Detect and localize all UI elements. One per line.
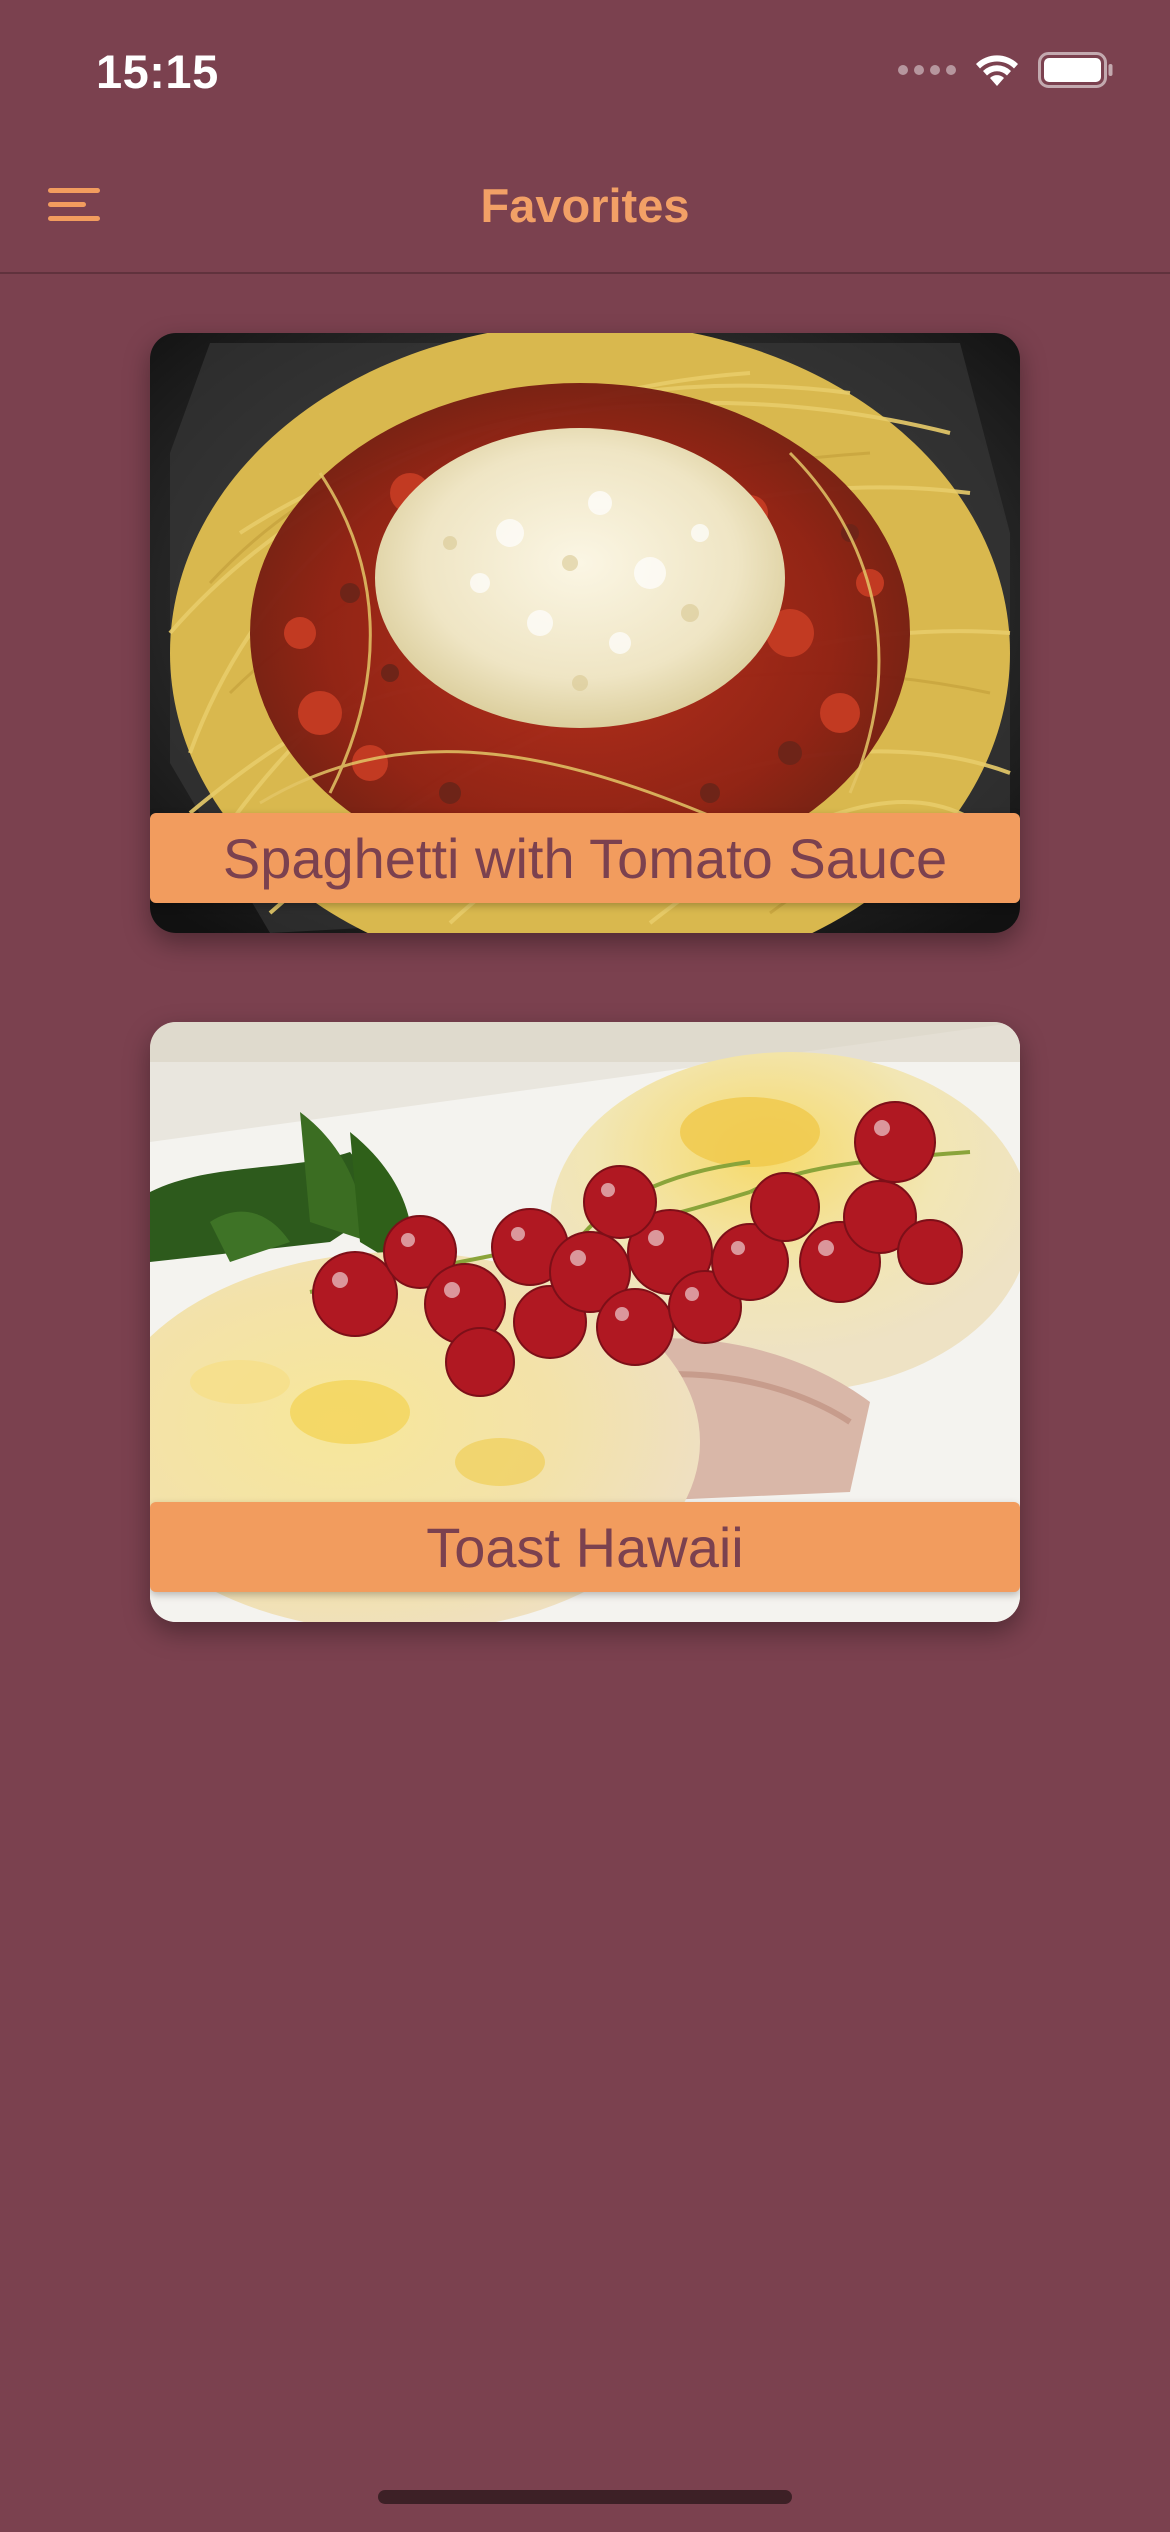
signal-icon [898, 65, 956, 75]
favorite-title: Toast Hawaii [150, 1502, 1020, 1592]
nav-bar: Favorites [0, 140, 1170, 274]
page-title: Favorites [480, 179, 690, 232]
battery-icon [1038, 52, 1113, 88]
status-bar: 15:15 [0, 0, 1170, 140]
favorite-title: Spaghetti with Tomato Sauce [150, 813, 1020, 903]
status-icons [898, 52, 1114, 88]
status-time: 15:15 [96, 45, 219, 98]
home-indicator [378, 2490, 792, 2504]
favorite-card-spaghetti[interactable]: Spaghetti with Tomato Sauce [150, 333, 1020, 933]
favorite-card-toast-hawaii[interactable]: Toast Hawaii [150, 1022, 1020, 1622]
wifi-icon [976, 55, 1018, 86]
